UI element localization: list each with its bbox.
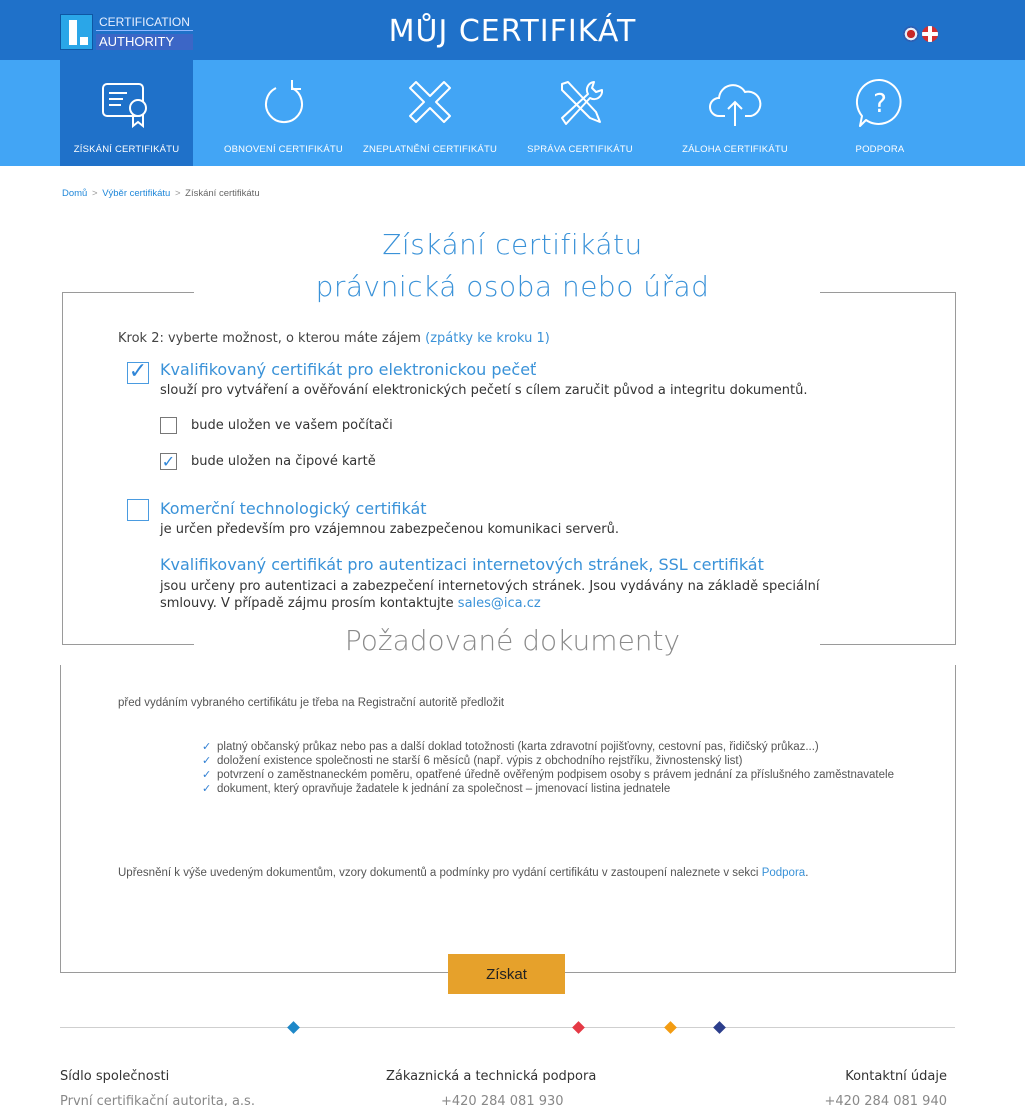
certificate-icon xyxy=(101,83,147,129)
list-item: ✓ doložení existence společnosti ne starš… xyxy=(202,755,922,768)
list-item: ✓ dokument, který opravňuje žadatele k je… xyxy=(202,783,922,796)
tools-icon xyxy=(561,81,604,125)
commercial-desc: je určen především pro vzájemnou zabezpe… xyxy=(160,522,619,537)
qualified-seal-title: Kvalifikovaný certifikát pro elektronick… xyxy=(160,360,537,379)
footer-support-title: Zákaznická a technická podpora xyxy=(386,1069,597,1084)
ssl-title: Kvalifikovaný certifikát pro autentizaci… xyxy=(160,555,764,574)
cloud-upload-icon xyxy=(709,84,762,126)
breadcrumb-home[interactable]: Domů xyxy=(62,188,87,199)
storage-computer-checkbox[interactable] xyxy=(160,417,177,434)
commercial-title: Komerční technologický certifikát xyxy=(160,499,427,518)
footer-contact-phone[interactable]: +420 284 081 940 xyxy=(824,1094,947,1106)
nav-label-revoke-certificate: ZNEPLATNĚNÍ CERTIFIKÁTU xyxy=(362,144,498,155)
documents-list: ✓ platný občanský průkaz nebo pas a další… xyxy=(202,741,922,797)
list-item: ✓ platný občanský průkaz nebo pas a další… xyxy=(202,741,922,754)
frame-docs-left xyxy=(60,665,61,973)
nav-label-get-certificate: ZÍSKÁNÍ CERTIFIKÁTU xyxy=(73,144,180,155)
commercial-checkbox[interactable] xyxy=(127,499,149,521)
check-icon: ✓ xyxy=(202,769,212,781)
nav-label-backup-certificate: ZÁLOHA CERTIFIKÁTU xyxy=(682,144,788,155)
storage-smartcard-label: bude uložen na čipové kartě xyxy=(191,454,376,469)
nav-item-revoke-certificate[interactable]: ZNEPLATNĚNÍ CERTIFIKÁTU xyxy=(350,60,510,166)
step-instruction: Krok 2: vyberte možnost, o kterou máte z… xyxy=(118,331,550,346)
breadcrumb-current: Získání certifikátu xyxy=(185,188,260,199)
check-icon: ✓ xyxy=(202,755,212,767)
footer-company-name: První certifikační autorita, a.s. xyxy=(60,1094,255,1106)
note-text: Upřesnění k výše uvedeným dokumentům, vz… xyxy=(118,867,759,879)
step-text: Krok 2: vyberte možnost, o kterou máte z… xyxy=(118,331,421,346)
site-title: MŮJ CERTIFIKÁT xyxy=(388,14,637,49)
back-to-step1-link[interactable]: (zpátky ke kroku 1) xyxy=(425,331,550,346)
sales-email-link[interactable]: sales@ica.cz xyxy=(458,596,541,611)
accent-diamond-blue xyxy=(287,1021,300,1034)
checkbox-check-icon: ✓ xyxy=(161,452,176,471)
document-text: doložení existence společnosti ne starší… xyxy=(217,755,743,767)
document-text: potvrzení o zaměstnaneckém poměru, opatř… xyxy=(217,769,894,781)
breadcrumb: Domů > Výběr certifikátu > Získání certi… xyxy=(62,188,260,199)
frame-left xyxy=(62,292,63,644)
flag-en-icon[interactable] xyxy=(922,26,938,42)
renew-icon xyxy=(264,80,303,124)
nav-label-support: PODPORA xyxy=(855,144,905,155)
documents-note: Upřesnění k výše uvedeným dokumentům, vz… xyxy=(118,866,918,880)
ssl-desc: jsou určeny pro autentizaci a zabezpečen… xyxy=(160,578,920,612)
accent-diamond-orange xyxy=(664,1021,677,1034)
note-end: . xyxy=(805,867,809,879)
language-switcher xyxy=(903,26,938,42)
accent-diamond-navy xyxy=(713,1021,726,1034)
breadcrumb-choose-certificate[interactable]: Výběr certifikátu xyxy=(102,188,170,199)
support-link[interactable]: Podpora xyxy=(762,867,805,879)
frame-top-left xyxy=(62,292,194,293)
documents-intro: před vydáním vybraného certifikátu je tř… xyxy=(118,697,505,709)
document-text: platný občanský průkaz nebo pas a další … xyxy=(217,741,819,753)
frame-docs-bottom-right xyxy=(565,972,956,973)
frame-right xyxy=(955,292,956,644)
storage-smartcard-checkbox[interactable]: ✓ xyxy=(160,452,177,471)
storage-computer-label: bude uložen ve vašem počítači xyxy=(191,418,393,433)
get-certificate-button[interactable]: Získat xyxy=(448,954,565,994)
nav-item-manage-certificate[interactable]: SPRÁVA CERTIFIKÁTU xyxy=(510,60,650,166)
accent-diamond-red xyxy=(572,1021,585,1034)
revoke-icon xyxy=(409,81,451,123)
breadcrumb-separator: > xyxy=(91,188,98,199)
ssl-desc-line2: smlouvy. V případě zájmu prosím kontaktu… xyxy=(160,596,454,611)
documents-title: Požadované dokumenty xyxy=(344,624,681,657)
flag-cz-icon[interactable] xyxy=(903,26,919,42)
check-icon: ✓ xyxy=(202,783,212,795)
qualified-seal-checkbox[interactable]: ✓ xyxy=(127,359,149,384)
frame-docs-bottom-left xyxy=(60,972,448,973)
frame-docs-right xyxy=(955,665,956,973)
footer-company-title: Sídlo společnosti xyxy=(60,1069,170,1084)
nav-item-get-certificate[interactable]: ZÍSKÁNÍ CERTIFIKÁTU xyxy=(60,60,193,166)
nav-item-renew-certificate[interactable]: OBNOVENÍ CERTIFIKÁTU xyxy=(217,60,350,166)
svg-text:?: ? xyxy=(873,89,887,119)
help-icon: ? xyxy=(855,78,902,127)
footer-support-phone[interactable]: +420 284 081 930 xyxy=(441,1094,564,1106)
footer-divider xyxy=(60,1027,955,1028)
page-subtitle: právnická osoba nebo úřad xyxy=(315,270,710,303)
document-text: dokument, který opravňuje žadatele k jed… xyxy=(217,783,671,795)
qualified-seal-desc: slouží pro vytváření a ověřování elektro… xyxy=(160,383,808,398)
page-title: Získání certifikátu xyxy=(382,228,643,261)
list-item: ✓ potvrzení o zaměstnaneckém poměru, opat… xyxy=(202,769,922,782)
checkbox-check-icon: ✓ xyxy=(128,359,148,384)
nav-item-support[interactable]: ? PODPORA xyxy=(820,60,940,166)
footer-contact-title: Kontaktní údaje xyxy=(845,1069,947,1084)
ssl-desc-line1: jsou určeny pro autentizaci a zabezpečen… xyxy=(160,579,820,594)
check-icon: ✓ xyxy=(202,741,212,753)
breadcrumb-separator: > xyxy=(174,188,181,199)
nav-item-backup-certificate[interactable]: ZÁLOHA CERTIFIKÁTU xyxy=(650,60,820,166)
nav-label-renew-certificate: OBNOVENÍ CERTIFIKÁTU xyxy=(224,144,343,155)
nav-label-manage-certificate: SPRÁVA CERTIFIKÁTU xyxy=(527,144,633,155)
frame-top-right xyxy=(820,292,956,293)
